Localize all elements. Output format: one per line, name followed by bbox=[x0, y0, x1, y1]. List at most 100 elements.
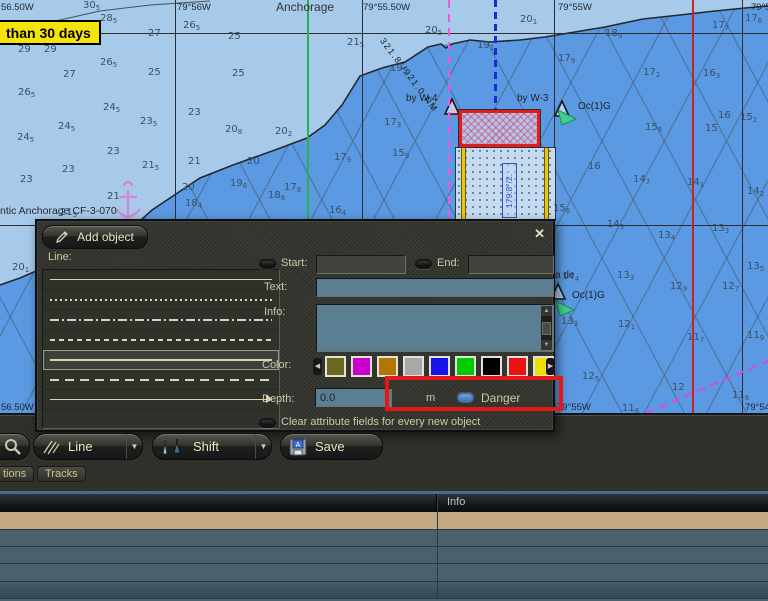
scroll-down-icon[interactable]: ▼ bbox=[541, 340, 552, 350]
table-row-selected[interactable] bbox=[0, 512, 768, 530]
close-icon[interactable]: ✕ bbox=[534, 226, 545, 242]
depth-sounding: 285 bbox=[100, 13, 117, 25]
coordinate-label: 79°55.50W bbox=[363, 2, 410, 13]
magnifier-icon bbox=[4, 438, 21, 455]
tab-tracks-label: Tracks bbox=[45, 468, 78, 480]
depth-sounding: 133 bbox=[561, 316, 578, 328]
depth-sounding: 20 bbox=[247, 156, 260, 167]
depth-sounding: 164 bbox=[329, 205, 346, 217]
color-swatch[interactable] bbox=[403, 356, 424, 377]
table-row[interactable] bbox=[0, 582, 768, 599]
line-style-sample bbox=[50, 399, 272, 401]
pencil-icon bbox=[56, 231, 70, 243]
depth-sounding: 23 bbox=[107, 146, 120, 157]
save-button[interactable]: A Save bbox=[280, 433, 383, 460]
svg-text:A: A bbox=[296, 442, 301, 449]
line-style-option-selected[interactable] bbox=[43, 350, 279, 370]
depth-sounding: 16 bbox=[718, 110, 731, 121]
end-input[interactable] bbox=[468, 255, 554, 274]
depth-sounding: 265 bbox=[100, 57, 117, 69]
line-style-option[interactable] bbox=[43, 270, 279, 290]
text-input[interactable] bbox=[316, 278, 554, 297]
table-row[interactable] bbox=[0, 547, 768, 564]
depth-sounding: 201 bbox=[520, 14, 537, 26]
depth-sounding: 152 bbox=[740, 112, 757, 124]
zoom-tool-button[interactable] bbox=[0, 433, 30, 460]
color-label: Color: bbox=[262, 359, 291, 371]
clear-fields-toggle[interactable] bbox=[259, 418, 276, 428]
route-leg-label: 179.8°/2. bbox=[502, 163, 517, 218]
line-style-option[interactable] bbox=[43, 370, 279, 390]
line-style-option[interactable] bbox=[43, 390, 279, 410]
depth-sounding: 158 bbox=[645, 122, 662, 134]
depth-sounding: 245 bbox=[58, 121, 75, 133]
tab-options[interactable]: tions bbox=[0, 466, 34, 482]
color-swatch[interactable] bbox=[377, 356, 398, 377]
color-swatch[interactable] bbox=[429, 356, 450, 377]
add-object-label: Add object bbox=[77, 230, 134, 244]
line-style-option[interactable] bbox=[43, 330, 279, 350]
line-style-option[interactable] bbox=[43, 290, 279, 310]
line-style-list[interactable] bbox=[42, 269, 280, 429]
parallel-line bbox=[0, 33, 768, 34]
depth-sounding: 20 bbox=[182, 182, 195, 193]
column-divider[interactable] bbox=[437, 494, 438, 512]
tab-tracks[interactable]: Tracks bbox=[37, 466, 86, 482]
line-section-label: Line: bbox=[48, 251, 72, 263]
coordinate-label: 56.50W bbox=[1, 2, 34, 13]
tab-options-label: tions bbox=[3, 468, 26, 480]
depth-sounding: 125 bbox=[582, 371, 599, 383]
depth-sounding: 23 bbox=[62, 164, 75, 175]
add-object-button[interactable]: Add object bbox=[42, 225, 148, 249]
start-label: Start: bbox=[281, 257, 307, 269]
depth-sounding: 12 bbox=[672, 382, 685, 393]
depth-sounding: 23 bbox=[20, 174, 33, 185]
table-header[interactable]: Info bbox=[0, 494, 768, 512]
line-style-sample bbox=[50, 339, 272, 341]
line-tool-button[interactable]: Line ▼ bbox=[33, 433, 143, 460]
depth-sounding: 208 bbox=[225, 124, 242, 136]
depth-sounding: 173 bbox=[384, 117, 401, 129]
depth-sounding: 16 bbox=[588, 161, 601, 172]
scroll-up-icon[interactable]: ▲ bbox=[541, 306, 552, 316]
color-swatch[interactable] bbox=[455, 356, 476, 377]
info-textarea[interactable]: ▲ ▼ bbox=[316, 304, 554, 352]
table-row[interactable] bbox=[0, 564, 768, 582]
scrollbar-thumb[interactable] bbox=[542, 322, 551, 335]
line-style-sample bbox=[50, 299, 272, 301]
table-row[interactable] bbox=[0, 530, 768, 547]
shift-tool-button[interactable]: Shift ▼ bbox=[152, 433, 272, 460]
depth-input[interactable] bbox=[315, 388, 392, 407]
swatch-scroll-right-icon[interactable]: ▶ bbox=[546, 358, 555, 375]
depth-sounding: 191 bbox=[477, 40, 494, 52]
swatch-scroll-left-icon[interactable]: ◀ bbox=[313, 358, 322, 375]
depth-sounding: 21 bbox=[107, 191, 120, 202]
color-swatch[interactable] bbox=[325, 356, 346, 377]
line-style-option[interactable] bbox=[43, 310, 279, 330]
color-swatch[interactable] bbox=[351, 356, 372, 377]
depth-sounding: 179 bbox=[334, 152, 351, 164]
coordinate-label: 79°54. bbox=[745, 402, 768, 413]
depth-sounding: 195 bbox=[390, 63, 407, 75]
start-input[interactable] bbox=[316, 255, 406, 274]
depth-sounding: 196 bbox=[230, 178, 247, 190]
depth-sounding: 25 bbox=[232, 68, 245, 79]
color-swatch[interactable] bbox=[507, 356, 528, 377]
depth-sounding: 25 bbox=[228, 31, 241, 42]
info-scrollbar[interactable]: ▲ ▼ bbox=[541, 306, 552, 350]
depth-sounding: 29 bbox=[44, 44, 57, 55]
depth-sounding: 184 bbox=[185, 198, 202, 210]
line-tool-dropdown-icon[interactable]: ▼ bbox=[126, 434, 142, 459]
depth-sounding: 172 bbox=[643, 67, 660, 79]
end-toggle[interactable] bbox=[415, 259, 432, 269]
depth-sounding: 27 bbox=[148, 28, 161, 39]
depth-sounding: 144 bbox=[562, 271, 579, 283]
shift-tool-dropdown-icon[interactable]: ▼ bbox=[255, 434, 271, 459]
depth-sounding: 179 bbox=[558, 53, 575, 65]
color-swatch[interactable] bbox=[481, 356, 502, 377]
table-body bbox=[0, 512, 768, 601]
text-label: Text: bbox=[264, 281, 287, 293]
depth-sounding: 29 bbox=[18, 44, 31, 55]
depth-sounding: 178 bbox=[284, 182, 301, 194]
start-toggle[interactable] bbox=[259, 259, 276, 269]
